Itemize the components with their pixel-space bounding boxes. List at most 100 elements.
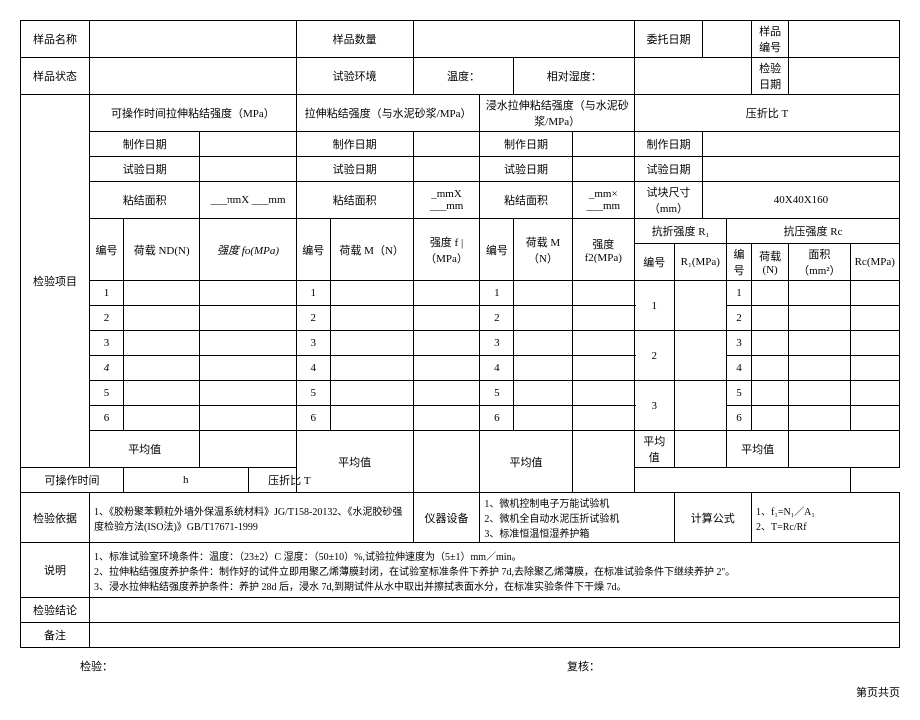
hdr-rmpa: Rc(MPa) bbox=[850, 244, 899, 281]
n3a: 3 bbox=[90, 331, 124, 356]
lbl-equip: 仪器设备 bbox=[413, 493, 480, 543]
lbl-formula: 计算公式 bbox=[674, 493, 751, 543]
val-op-time: h bbox=[124, 468, 249, 493]
hdr-no1: 编号 bbox=[90, 219, 124, 281]
lbl-concl: 检验结论 bbox=[21, 598, 90, 623]
val-sample-no[interactable] bbox=[789, 21, 900, 58]
val-make4[interactable] bbox=[702, 132, 899, 157]
n2a: 2 bbox=[90, 306, 124, 331]
lbl-bond1: 粘结面积 bbox=[90, 182, 200, 219]
lbl-make4: 制作日期 bbox=[635, 132, 703, 157]
val-ratio-t[interactable] bbox=[635, 468, 851, 493]
lbl-sample-name: 样品名称 bbox=[21, 21, 90, 58]
n1a: 1 bbox=[90, 281, 124, 306]
lbl-test2: 试验日期 bbox=[296, 157, 413, 182]
foot-inspect: 检验： bbox=[20, 658, 113, 674]
n3c: 3 bbox=[480, 331, 514, 356]
lbl-spec: 试块尺寸（mm） bbox=[635, 182, 703, 219]
n3d: 3 bbox=[727, 331, 752, 356]
n6d: 6 bbox=[727, 406, 752, 431]
n4c: 4 bbox=[480, 356, 514, 381]
n1b: 1 bbox=[296, 281, 330, 306]
val-sample-state[interactable] bbox=[90, 58, 297, 95]
lbl-hum: 相对湿度： bbox=[514, 58, 635, 95]
val-bond3: _mm× ___mm bbox=[572, 182, 634, 219]
lbl-sample-state: 样品状态 bbox=[21, 58, 90, 95]
lbl-bond3: 粘结面积 bbox=[480, 182, 572, 219]
val-sample-name[interactable] bbox=[90, 21, 297, 58]
val-entrust-date[interactable] bbox=[702, 21, 751, 58]
avg3: 平均值 bbox=[480, 431, 572, 493]
big2: 2 bbox=[635, 331, 675, 381]
hdr-compRc: 抗压强度 Rc bbox=[727, 219, 900, 244]
n5d: 5 bbox=[727, 381, 752, 406]
val-make3[interactable] bbox=[572, 132, 634, 157]
val-inspect-date[interactable] bbox=[789, 58, 900, 95]
n2c: 2 bbox=[480, 306, 514, 331]
val-bond2: _mmX ___mm bbox=[413, 182, 480, 219]
n6c: 6 bbox=[480, 406, 514, 431]
hdr-optime-tensile: 可操作时间拉伸粘结强度（MPa） bbox=[90, 95, 297, 132]
avg1: 平均值 bbox=[90, 431, 200, 468]
hdr-r1: R₁(MPa) bbox=[674, 244, 727, 281]
hdr-soak-tensile: 浸水拉伸粘结强度（与水泥砂浆/MPa） bbox=[480, 95, 635, 132]
hdr-no4: 编号 bbox=[635, 244, 675, 281]
lbl-test-items: 检验项目 bbox=[21, 95, 90, 468]
n1d: 1 bbox=[727, 281, 752, 306]
hdr-str3: 强度 f2(MPa) bbox=[572, 219, 634, 281]
lbl-sample-no: 样品编号 bbox=[752, 21, 789, 58]
hdr-load3: 荷载 M（N） bbox=[514, 219, 572, 281]
val-make1[interactable] bbox=[200, 132, 296, 157]
hdr-no2: 编号 bbox=[296, 219, 330, 281]
hdr-tensile: 拉伸粘结强度（与水泥砂浆/MPa） bbox=[296, 95, 480, 132]
val-concl[interactable] bbox=[90, 598, 900, 623]
val-test2[interactable] bbox=[413, 157, 480, 182]
hdr-ratio: 压折比 T bbox=[635, 95, 900, 132]
lbl-note: 说明 bbox=[21, 543, 90, 598]
hdr-no3: 编号 bbox=[480, 219, 514, 281]
n3b: 3 bbox=[296, 331, 330, 356]
val-sample-qty[interactable] bbox=[413, 21, 634, 58]
hdr-load2: 荷载 M（N） bbox=[330, 219, 413, 281]
avg5: 平均值 bbox=[727, 431, 789, 468]
hdr-flexR: 抗折强度 R₁ bbox=[635, 219, 727, 244]
big1: 1 bbox=[635, 281, 675, 331]
lbl-sample-qty: 样品数量 bbox=[296, 21, 413, 58]
n5a: 5 bbox=[90, 381, 124, 406]
val-test1[interactable] bbox=[200, 157, 296, 182]
val-test3[interactable] bbox=[572, 157, 634, 182]
val-env[interactable] bbox=[635, 58, 752, 95]
val-basis: 1、《胶粉聚苯颗粒外墙外保温系统材料》JG/T158-20132、《水泥胶砂强度… bbox=[90, 493, 414, 543]
val-note: 1、标准试验室环境条件：温度：（23±2）C 湿度：（50±10）%,试验拉伸速… bbox=[90, 543, 900, 598]
page-number: 第页共页 bbox=[20, 674, 900, 700]
lbl-make3: 制作日期 bbox=[480, 132, 572, 157]
n2b: 2 bbox=[296, 306, 330, 331]
n6a: 6 bbox=[90, 406, 124, 431]
n6b: 6 bbox=[296, 406, 330, 431]
hdr-str1: 强度 fo(MPa) bbox=[200, 219, 296, 281]
val-remark[interactable] bbox=[90, 623, 900, 648]
val-make2[interactable] bbox=[413, 132, 480, 157]
hdr-area: 面积（mm²） bbox=[789, 244, 850, 281]
lbl-ratio-t: 压折比 T bbox=[248, 468, 330, 493]
lbl-remark: 备注 bbox=[21, 623, 90, 648]
lbl-test1: 试验日期 bbox=[90, 157, 200, 182]
lbl-entrust-date: 委托日期 bbox=[635, 21, 703, 58]
lbl-test4: 试验日期 bbox=[635, 157, 703, 182]
val-test4[interactable] bbox=[702, 157, 899, 182]
hdr-loadN2: 荷载(N) bbox=[752, 244, 789, 281]
n4d: 4 bbox=[727, 356, 752, 381]
n1c: 1 bbox=[480, 281, 514, 306]
val-equip: 1、微机控制电子万能试验机 2、微机全自动水泥压折试验机 3、标准恒温恒湿养护箱 bbox=[480, 493, 674, 543]
inspection-form: 样品名称 样品数量 委托日期 样品编号 样品状态 试验环境 温度： 相对湿度： … bbox=[20, 20, 900, 648]
lbl-test-env: 试验环境 bbox=[296, 58, 413, 95]
val-formula: 1、f₁=N₁／A₁ 2、T=Rc/Rf bbox=[752, 493, 900, 543]
n4b: 4 bbox=[296, 356, 330, 381]
n2d: 2 bbox=[727, 306, 752, 331]
hdr-str2: 强度 f |（MPa） bbox=[413, 219, 480, 281]
lbl-make2: 制作日期 bbox=[296, 132, 413, 157]
lbl-make1: 制作日期 bbox=[90, 132, 200, 157]
lbl-bond2: 粘结面积 bbox=[296, 182, 413, 219]
foot-review: 复核： bbox=[567, 658, 900, 674]
lbl-inspect-date: 检验日期 bbox=[752, 58, 789, 95]
